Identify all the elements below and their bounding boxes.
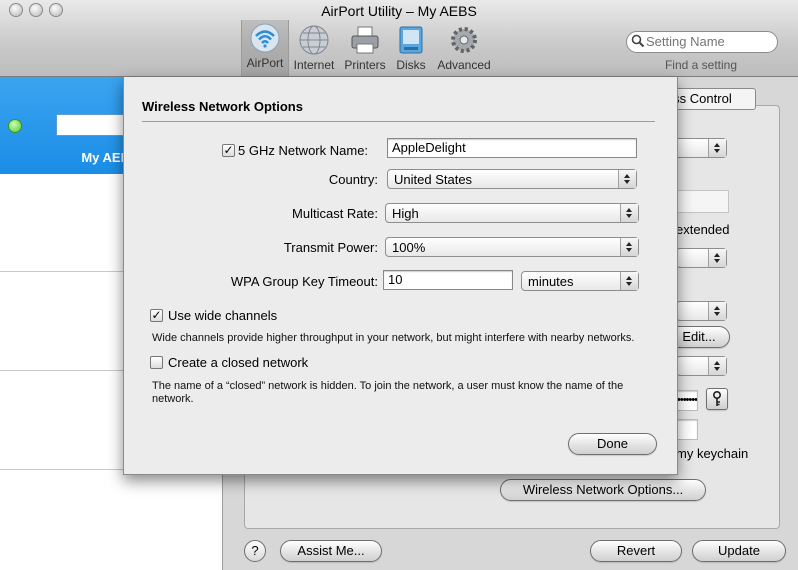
wpa-timeout-unit-popup[interactable]: minutes [521, 271, 639, 291]
revert-button[interactable]: Revert [590, 540, 682, 562]
verify-password-field[interactable] [676, 419, 698, 440]
multicast-rate-label: Multicast Rate: [292, 206, 378, 221]
status-indicator-icon [8, 119, 22, 133]
search-input[interactable] [646, 33, 772, 49]
country-popup[interactable]: United States [387, 169, 637, 189]
window-title: AirPort Utility – My AEBS [321, 3, 477, 19]
chevron-updown-icon [620, 204, 638, 222]
chevron-updown-icon [708, 357, 726, 375]
assist-me-button[interactable]: Assist Me... [280, 540, 382, 562]
toolbar-printers-label: Printers [344, 58, 386, 72]
gear-icon [451, 27, 477, 53]
wide-channels-label: Use wide channels [168, 308, 278, 323]
remember-keychain-label: my keychain [676, 446, 749, 461]
search-caption: Find a setting [664, 58, 738, 72]
wpa-timeout-input[interactable]: 10 [383, 270, 513, 290]
chevron-updown-icon [708, 249, 726, 267]
ghz-network-name-input[interactable]: AppleDelight [387, 138, 637, 158]
wireless-password-field[interactable]: ••••••••••••••••••••• [676, 390, 698, 411]
globe-icon [299, 25, 329, 55]
radio-channel-popup[interactable] [676, 301, 727, 321]
transmit-power-popup[interactable]: 100% [385, 237, 639, 257]
chevron-updown-icon [620, 238, 638, 256]
chevron-updown-icon [620, 272, 638, 290]
chevron-updown-icon [708, 139, 726, 157]
sheet-title: Wireless Network Options [142, 99, 303, 114]
allow-extended-label: extended [676, 222, 730, 237]
chevron-updown-icon [708, 302, 726, 320]
airport-wifi-icon [250, 23, 280, 53]
closed-network-description: The name of a “closed” network is hidden… [152, 380, 624, 405]
wide-channels-description: Wide channels provide higher throughput … [152, 332, 635, 344]
toolbar-airport-label: AirPort [246, 56, 284, 70]
printer-icon [351, 26, 379, 54]
toolbar-advanced-button[interactable]: Advanced [437, 22, 491, 74]
chevron-updown-icon [618, 170, 636, 188]
toolbar-airport-button[interactable]: AirPort [241, 20, 289, 76]
keychain-button[interactable] [706, 388, 728, 410]
toolbar-internet-label: Internet [293, 58, 335, 72]
toolbar-advanced-label: Advanced [437, 58, 491, 72]
wireless-security-popup[interactable] [676, 356, 727, 376]
network-name-field-behind[interactable] [676, 190, 729, 213]
transmit-power-value: 100% [392, 240, 426, 255]
done-button[interactable]: Done [568, 433, 657, 455]
key-icon [712, 390, 722, 406]
help-button[interactable]: ? [244, 540, 266, 562]
wide-channels-checkbox[interactable]: ✓ [150, 309, 163, 322]
toolbar-disks-label: Disks [396, 58, 426, 72]
transmit-power-label: Transmit Power: [283, 240, 378, 255]
disk-icon [399, 26, 423, 54]
sheet-divider [142, 121, 655, 122]
help-icon: ? [251, 543, 259, 558]
country-label: Country: [328, 172, 378, 187]
toolbar-disks-button[interactable]: Disks [386, 22, 436, 74]
search-icon [631, 34, 645, 48]
ghz-checkbox[interactable]: ✓ [222, 144, 235, 157]
wpa-timeout-unit-value: minutes [528, 274, 574, 289]
update-button[interactable]: Update [692, 540, 786, 562]
closed-network-checkbox[interactable] [150, 356, 163, 369]
multicast-rate-value: High [392, 206, 419, 221]
wireless-password-dots: ••••••••••••••••••••• [677, 394, 697, 406]
toolbar-internet-button[interactable]: Internet [289, 22, 339, 74]
wpa-timeout-label: WPA Group Key Timeout: [230, 274, 378, 289]
toolbar-printers-button[interactable]: Printers [340, 22, 390, 74]
ghz-network-name-label: 5 GHz Network Name: [238, 143, 369, 158]
country-value: United States [394, 172, 473, 187]
multicast-rate-popup[interactable]: High [385, 203, 639, 223]
radio-mode-popup[interactable] [676, 248, 727, 268]
closed-network-label: Create a closed network [168, 355, 309, 370]
wireless-network-options-button[interactable]: Wireless Network Options... [500, 479, 706, 501]
